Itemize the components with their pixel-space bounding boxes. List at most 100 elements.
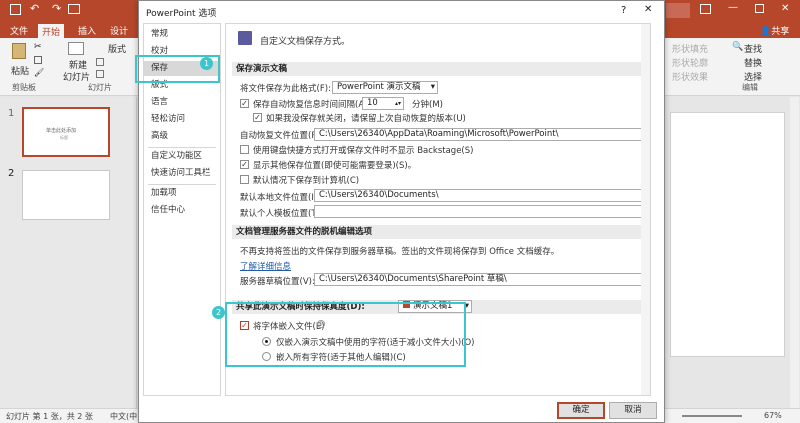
slide-canvas[interactable] <box>670 112 785 357</box>
keep-last-label: 如果我没保存就关闭，请保留上次自动恢复的版本(U) <box>266 114 466 124</box>
autosave-label: 保存自动恢复信息时间间隔(A) <box>253 100 368 110</box>
show-more-locations-checkbox[interactable]: ✓ <box>240 160 249 169</box>
tab-insert[interactable]: 插入 <box>74 23 100 38</box>
section-server-files: 文档管理服务器文件的脱机编辑选项 <box>232 225 644 239</box>
tab-design[interactable]: 设计 <box>106 23 132 38</box>
keep-last-checkbox[interactable]: ✓ <box>253 113 262 122</box>
dialog-titlebar: PowerPoint 选项 ? ✕ <box>139 1 664 21</box>
section-save-presentations: 保存演示文稿 <box>232 62 644 76</box>
format-select[interactable]: PowerPoint 演示文稿 ▾ <box>332 81 438 94</box>
slide-count-status: 幻灯片 第 1 张，共 2 张 <box>6 412 93 421</box>
cut-icon[interactable]: ✂ <box>34 42 42 52</box>
reset-icon[interactable] <box>96 58 104 66</box>
vertical-scrollbar[interactable] <box>790 97 799 408</box>
slide-thumbnail-2[interactable] <box>22 170 110 220</box>
paste-icon[interactable] <box>12 43 26 59</box>
nav-general[interactable]: 常规 <box>144 27 220 42</box>
slide-subtitle-text: 标题 <box>60 135 68 140</box>
tab-home[interactable]: 开始 <box>38 24 65 38</box>
minimize-icon[interactable]: — <box>728 2 738 13</box>
section-icon[interactable] <box>96 70 104 78</box>
slide-title-text: 单击此处添加 <box>46 128 77 134</box>
step-badge-1: 1 <box>200 57 213 70</box>
autorecover-location-input[interactable]: C:\Users\26340\AppData\Roaming\Microsoft… <box>314 128 642 141</box>
server-note: 不再支持将签出的文件保存到服务器草稿。签出的文件现将保存到 Office 文档缓… <box>240 247 560 257</box>
autorecover-location-label: 自动恢复文件位置(R): <box>240 131 324 141</box>
server-drafts-label: 服务器草稿位置(V): <box>240 277 315 287</box>
highlight-box-embed-fonts <box>225 302 466 367</box>
new-slide-label-2[interactable]: 幻灯片 <box>63 70 90 83</box>
nav-divider <box>148 184 216 185</box>
nav-addins[interactable]: 加载项 <box>144 186 220 201</box>
backstage-checkbox[interactable] <box>240 145 249 154</box>
default-local-input[interactable]: C:\Users\26340\Documents\ <box>314 189 642 202</box>
nav-trust-center[interactable]: 信任中心 <box>144 203 220 218</box>
autosave-checkbox[interactable]: ✓ <box>240 99 249 108</box>
redo-icon[interactable]: ↷ <box>52 2 61 15</box>
cancel-button[interactable]: 取消 <box>609 402 657 419</box>
save-icon[interactable] <box>10 4 21 15</box>
nav-quick-access[interactable]: 快速访问工具栏 <box>144 166 220 181</box>
nav-customize-ribbon[interactable]: 自定义功能区 <box>144 149 220 164</box>
slides-group-label: 幻灯片 <box>88 83 112 92</box>
language-status[interactable]: 中文(中 <box>110 411 137 422</box>
zoom-slider[interactable] <box>682 415 742 417</box>
backstage-label: 使用键盘快捷方式打开或保存文件时不显示 Backstage(S) <box>253 146 474 156</box>
format-value: PowerPoint 演示文稿 <box>337 82 421 92</box>
shape-outline-button[interactable]: 形状轮廓 <box>672 56 708 69</box>
slide-number: 2 <box>8 168 15 179</box>
slide-thumbnails-pane: 1 单击此处添加 标题 2 <box>0 97 137 408</box>
nav-language[interactable]: 语言 <box>144 95 220 110</box>
present-icon[interactable] <box>68 4 80 14</box>
shape-fill-button[interactable]: 形状填充 <box>672 42 708 55</box>
slide-thumbnail-1[interactable]: 单击此处添加 标题 <box>22 107 110 157</box>
find-icon[interactable]: 🔍 <box>732 42 743 52</box>
help-button[interactable]: ? <box>621 5 626 16</box>
share-icon: 👤 <box>760 27 772 37</box>
autosave-interval-input[interactable]: 10 ▴▾ <box>362 97 404 110</box>
chevron-down-icon: ▾ <box>430 82 435 92</box>
dialog-close-button[interactable]: ✕ <box>644 4 652 15</box>
ok-button[interactable]: 确定 <box>557 402 605 419</box>
default-template-input[interactable] <box>314 205 642 218</box>
zoom-level[interactable]: 67% <box>764 411 782 420</box>
save-to-computer-checkbox[interactable] <box>240 175 249 184</box>
find-button[interactable]: 查找 <box>744 42 762 55</box>
paste-label[interactable]: 粘贴 <box>11 64 29 77</box>
ribbon-display-icon[interactable] <box>700 4 711 14</box>
replace-button[interactable]: 替换 <box>744 56 762 69</box>
layout-button[interactable]: 版式 <box>108 42 126 55</box>
nav-accessibility[interactable]: 轻松访问 <box>144 112 220 127</box>
step-badge-2: 2 <box>212 306 225 319</box>
learn-more-link[interactable]: 了解详细信息 <box>240 260 291 272</box>
server-drafts-input[interactable]: C:\Users\26340\Documents\SharePoint 草稿\ <box>314 273 642 286</box>
save-to-computer-label: 默认情况下保存到计算机(C) <box>253 176 360 186</box>
nav-advanced[interactable]: 高级 <box>144 129 220 144</box>
slide-editing-area[interactable] <box>660 97 800 408</box>
format-label: 将文件保存为此格式(F): <box>240 84 331 94</box>
maximize-icon[interactable] <box>755 4 764 13</box>
autosave-unit: 分钟(M) <box>412 100 443 110</box>
account-button[interactable] <box>666 3 690 18</box>
share-button[interactable]: 👤共享 <box>756 23 793 38</box>
content-scrollbar[interactable] <box>641 24 650 395</box>
page-header: 自定义文档保存方式。 <box>260 37 351 47</box>
tab-file[interactable]: 文件 <box>6 23 32 38</box>
new-slide-icon[interactable] <box>68 42 84 55</box>
dialog-title: PowerPoint 选项 <box>146 9 217 19</box>
spinner-icon[interactable]: ▴▾ <box>395 98 401 109</box>
share-label: 共享 <box>771 27 790 37</box>
autosave-interval-value: 10 <box>367 98 378 108</box>
edit-group-label: 编辑 <box>742 83 758 92</box>
default-local-label: 默认本地文件位置(I): <box>240 193 321 203</box>
save-disk-icon <box>238 31 252 45</box>
show-more-locations-label: 显示其他保存位置(即使可能需要登录)(S)。 <box>253 161 417 171</box>
clipboard-group-label: 剪贴板 <box>12 83 36 92</box>
default-template-label: 默认个人模板位置(T): <box>240 209 323 219</box>
nav-divider <box>148 147 216 148</box>
close-window-icon[interactable]: ✕ <box>781 3 789 14</box>
shape-effects-button[interactable]: 形状效果 <box>672 70 708 83</box>
copy-icon[interactable] <box>34 56 42 64</box>
format-painter-icon[interactable]: 🖌 <box>34 68 44 77</box>
undo-icon[interactable]: ↶ <box>30 2 39 15</box>
